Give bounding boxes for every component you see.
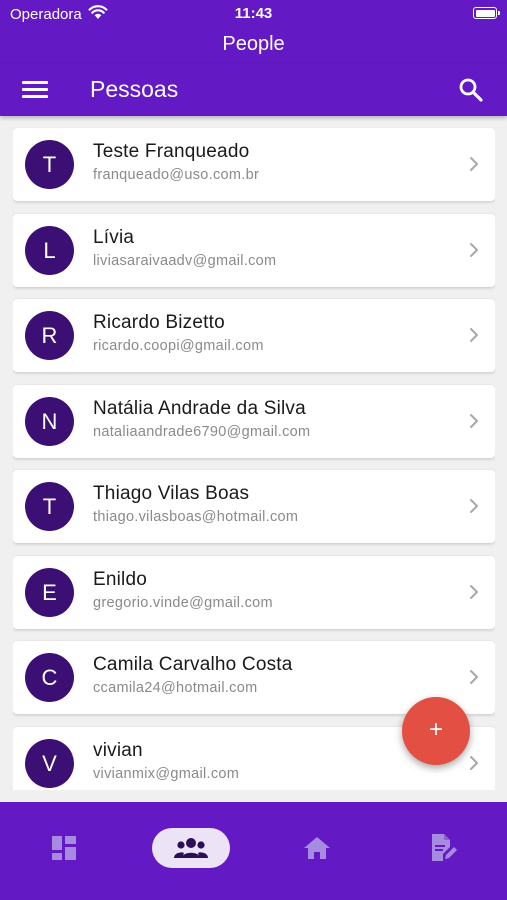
chevron-right-icon — [470, 242, 478, 257]
chevron-right-icon — [470, 755, 478, 770]
person-name: Natália Andrade da Silva — [93, 397, 306, 419]
chevron-right-icon — [470, 584, 478, 599]
person-name: Thiago Vilas Boas — [93, 483, 250, 504]
person-card[interactable]: N Natália Andrade da Silva nataliaandrad… — [13, 384, 495, 458]
person-card[interactable]: E Enildo gregorio.vinde@gmail.com — [13, 555, 495, 629]
dashboard-icon — [52, 836, 76, 860]
chevron-right-icon — [470, 499, 478, 513]
nav-people[interactable] — [152, 828, 230, 868]
chevron-right-icon — [470, 328, 478, 342]
status-time: 11:43 — [234, 5, 273, 22]
avatar: C — [25, 653, 74, 702]
person-email: thiago.vilasboas@hotmail.com — [93, 509, 299, 525]
search-icon[interactable] — [457, 76, 485, 104]
app-bar: Pessoas — [0, 64, 507, 116]
person-name: vivian — [93, 739, 143, 761]
people-list: T Teste Franqueado franqueado@uso.com.br… — [13, 128, 495, 790]
person-name: Camila Carvalho Costa — [93, 654, 293, 675]
person-email: vivianmix@gmail.com — [93, 765, 240, 782]
person-card[interactable]: T Thiago Vilas Boas thiago.vilasboas@hot… — [13, 470, 495, 543]
person-name: Teste Franqueado — [93, 141, 250, 162]
avatar: L — [25, 225, 74, 275]
people-icon — [174, 838, 208, 858]
nav-home[interactable] — [278, 828, 356, 868]
hamburger-menu-icon[interactable] — [22, 78, 48, 100]
battery-icon — [473, 7, 500, 19]
person-card[interactable]: L Lívia liviasaraivaadv@gmail.com — [13, 213, 495, 287]
person-card[interactable]: R Ricardo Bizetto ricardo.coopi@gmail.co… — [13, 299, 495, 372]
avatar: V — [25, 738, 74, 788]
avatar: N — [25, 396, 74, 446]
person-email: gregorio.vinde@gmail.com — [93, 594, 273, 611]
person-name: Enildo — [93, 568, 148, 590]
person-name: Ricardo Bizetto — [93, 312, 225, 333]
chevron-right-icon — [470, 670, 478, 684]
document-edit-icon — [432, 834, 457, 861]
add-person-button[interactable]: + — [402, 697, 470, 765]
home-icon — [304, 837, 330, 859]
bottom-nav — [0, 802, 507, 900]
avatar: R — [25, 311, 74, 360]
person-card[interactable]: T Teste Franqueado franqueado@uso.com.br — [13, 128, 495, 201]
person-email: franqueado@uso.com.br — [93, 167, 260, 183]
person-name: Lívia — [93, 226, 135, 248]
nav-documents[interactable] — [405, 828, 483, 868]
status-bar: Operadora 11:43 — [0, 0, 507, 28]
avatar: T — [25, 482, 74, 531]
person-email: ccamila24@hotmail.com — [93, 680, 258, 696]
nav-dashboard[interactable] — [25, 828, 103, 868]
chevron-right-icon — [470, 413, 478, 428]
avatar: E — [25, 567, 74, 617]
person-email: liviasaraivaadv@gmail.com — [93, 252, 277, 269]
nav-title: People — [0, 28, 507, 64]
chevron-right-icon — [470, 157, 478, 171]
person-email: ricardo.coopi@gmail.com — [93, 338, 264, 354]
avatar: T — [25, 140, 74, 189]
page-title: Pessoas — [90, 76, 179, 102]
person-email: nataliaandrade6790@gmail.com — [93, 423, 311, 440]
